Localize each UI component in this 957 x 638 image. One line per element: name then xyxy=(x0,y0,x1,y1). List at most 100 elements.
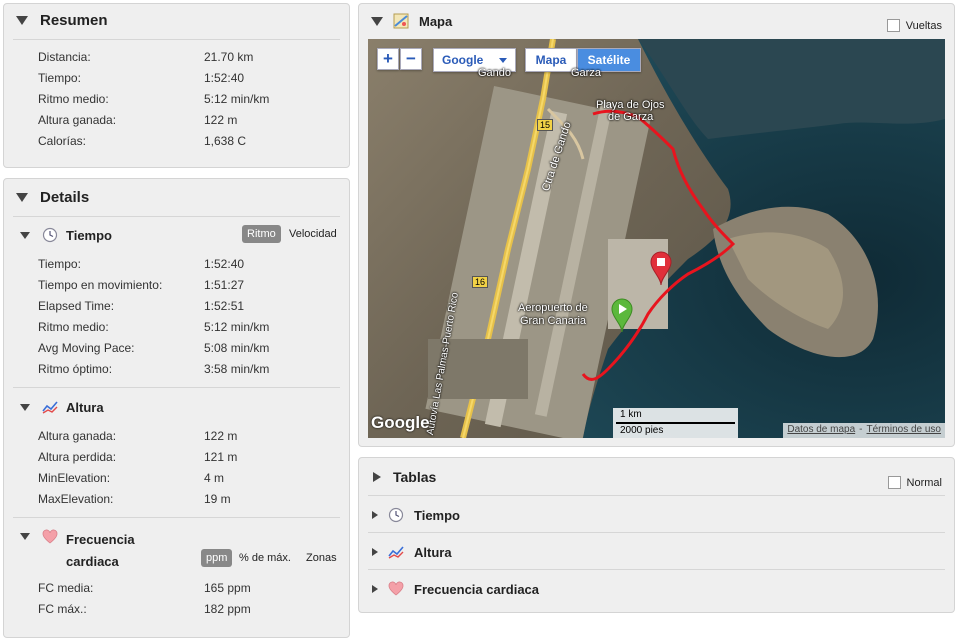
zoom-in-button[interactable]: + xyxy=(377,48,399,70)
divider xyxy=(368,569,945,570)
mapa-header[interactable]: Mapa xyxy=(371,13,452,29)
provider-label: Google xyxy=(442,53,484,67)
road-16-shield: 16 xyxy=(472,276,489,288)
tablas-title: Tablas xyxy=(393,469,437,485)
stat-label: Altura ganada: xyxy=(38,113,117,127)
fc-title-line2: cardiaca xyxy=(66,554,119,569)
collapse-triangle-icon xyxy=(20,533,30,540)
tablas-item-frecuencia[interactable]: Frecuencia cardiaca xyxy=(372,581,539,597)
gando-label: Gando xyxy=(478,67,512,79)
altura-section-header[interactable]: Altura xyxy=(20,399,104,415)
map-view[interactable]: + − Google Mapa Satélite Gando Garza Pla… xyxy=(368,39,945,438)
aeropuerto-label-2: Gran Canaria xyxy=(520,315,587,327)
stat-value: 21.70 km xyxy=(204,50,254,64)
vueltas-option[interactable]: Vueltas xyxy=(886,19,942,32)
stat-value: 3:58 min/km xyxy=(204,362,270,376)
stat-row: Tiempo: 1:52:40 xyxy=(38,257,308,277)
stat-value: 1,638 C xyxy=(204,134,247,148)
end-marker-icon xyxy=(650,251,672,286)
heart-icon xyxy=(42,529,58,544)
stat-value: 4 m xyxy=(204,471,225,485)
stat-row: Tiempo: 1:52:40 xyxy=(38,71,308,91)
vueltas-label: Vueltas xyxy=(905,19,942,32)
stat-label: FC máx.: xyxy=(38,602,87,616)
stat-label: Calorías: xyxy=(38,134,87,148)
details-header[interactable]: Details xyxy=(16,189,89,206)
normal-label: Normal xyxy=(906,476,942,489)
tablas-header[interactable]: Tablas xyxy=(373,469,436,485)
divider xyxy=(13,216,340,217)
vueltas-checkbox[interactable] xyxy=(886,19,900,32)
collapse-triangle-icon xyxy=(20,403,30,411)
map-scale-bar: 1 km 2000 pies xyxy=(613,408,738,438)
stat-label: FC media: xyxy=(38,581,94,595)
resumen-title: Resumen xyxy=(40,12,108,29)
details-title: Details xyxy=(40,189,90,206)
velocidad-toggle-button[interactable]: Velocidad xyxy=(289,228,337,240)
tiempo-title: Tiempo xyxy=(66,227,112,243)
chevron-down-icon xyxy=(499,57,507,63)
terminos-link[interactable]: Términos de uso xyxy=(867,424,941,437)
stat-row: Tiempo en movimiento: 1:51:27 xyxy=(38,278,308,298)
expand-triangle-icon xyxy=(372,548,378,556)
clock-icon xyxy=(388,507,404,523)
stat-label: Altura perdida: xyxy=(38,450,117,464)
tablas-item-label: Tiempo xyxy=(414,507,460,523)
collapse-triangle-icon xyxy=(16,193,28,202)
stat-label: Ritmo medio: xyxy=(38,92,109,106)
road-15-shield: 15 xyxy=(537,119,554,131)
stat-value: 1:52:40 xyxy=(204,257,245,271)
zonas-toggle-button[interactable]: Zonas xyxy=(306,552,337,564)
stat-label: Ritmo medio: xyxy=(38,320,109,334)
stat-row: Calorías: 1,638 C xyxy=(38,134,308,154)
stat-label: Tiempo: xyxy=(38,257,81,271)
altura-title: Altura xyxy=(66,399,104,415)
stat-row: Altura ganada: 122 m xyxy=(38,113,308,133)
datos-link[interactable]: Datos de mapa xyxy=(787,424,855,437)
ppm-toggle-button[interactable]: ppm xyxy=(201,549,233,567)
pct-max-toggle-button[interactable]: % de máx. xyxy=(239,552,291,564)
stat-row: Ritmo medio: 5:12 min/km xyxy=(38,92,308,112)
playa-label: Playa de Ojos xyxy=(596,99,665,111)
normal-checkbox[interactable] xyxy=(887,476,901,489)
start-marker-icon xyxy=(611,298,633,333)
stat-row: Avg Moving Pace: 5:08 min/km xyxy=(38,341,308,361)
expand-triangle-icon xyxy=(373,472,381,482)
stat-value: 182 ppm xyxy=(204,602,251,616)
stat-row: FC media: 165 ppm xyxy=(38,581,308,601)
tablas-item-altura[interactable]: Altura xyxy=(372,544,452,560)
stat-row: Distancia: 21.70 km xyxy=(38,50,308,70)
zoom-out-button[interactable]: − xyxy=(400,48,422,70)
tablas-item-label: Frecuencia cardiaca xyxy=(414,581,540,597)
normal-option[interactable]: Normal xyxy=(887,476,942,489)
stat-row: FC máx.: 182 ppm xyxy=(38,602,308,622)
divider xyxy=(13,517,340,518)
ritmo-toggle-button[interactable]: Ritmo xyxy=(242,225,281,243)
tablas-item-tiempo[interactable]: Tiempo xyxy=(372,507,460,523)
stat-label: Ritmo óptimo: xyxy=(38,362,113,376)
stat-row: Elapsed Time: 1:52:51 xyxy=(38,299,308,319)
stat-value: 1:51:27 xyxy=(204,278,245,292)
tiempo-section-header[interactable]: Tiempo xyxy=(20,227,112,243)
stat-row: Altura ganada: 122 m xyxy=(38,429,308,449)
fc-section-header[interactable]: Frecuencia cardiaca xyxy=(20,529,135,573)
divider xyxy=(13,387,340,388)
resumen-header[interactable]: Resumen xyxy=(16,12,108,29)
map-type-mapa-button[interactable]: Mapa xyxy=(525,48,577,72)
stat-value: 122 m xyxy=(204,429,238,443)
stat-label: Elapsed Time: xyxy=(38,299,115,313)
expand-triangle-icon xyxy=(372,511,378,519)
mapa-title: Mapa xyxy=(419,13,453,29)
clock-icon xyxy=(42,227,58,243)
elevation-chart-icon xyxy=(42,401,58,414)
elevation-chart-icon xyxy=(388,546,404,559)
collapse-triangle-icon xyxy=(16,16,28,25)
expand-triangle-icon xyxy=(372,585,378,593)
tablas-item-label: Altura xyxy=(414,544,452,560)
stat-label: Altura ganada: xyxy=(38,429,117,443)
stat-label: MaxElevation: xyxy=(38,492,114,506)
attribution-separator: - xyxy=(859,424,863,435)
divider xyxy=(368,532,945,533)
collapse-triangle-icon xyxy=(20,231,30,239)
divider xyxy=(368,495,945,496)
